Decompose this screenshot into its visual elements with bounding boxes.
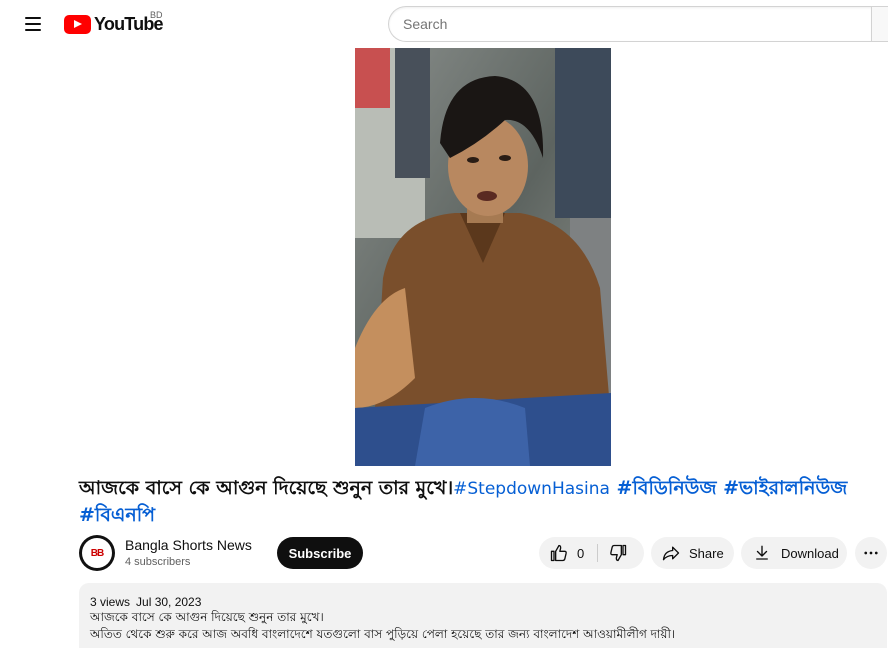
more-actions-button[interactable] [855, 537, 887, 569]
download-icon [753, 544, 771, 562]
like-button[interactable]: 0 [539, 537, 598, 569]
subscriber-count: 4 subscribers [125, 556, 191, 568]
youtube-logo-icon [64, 14, 91, 34]
share-button[interactable]: Share [651, 537, 734, 569]
description-line: আজকে বাসে কে আগুন দিয়েছে শুনুন তার মুখে… [90, 610, 324, 624]
more-icon [862, 544, 880, 562]
video-frame [355, 48, 611, 466]
avatar-text: BB [90, 547, 104, 559]
search-button[interactable] [871, 6, 888, 42]
country-code: BD [150, 10, 163, 20]
share-icon [661, 543, 681, 563]
description-line: অতিত থেকে শুরু করে আজ অবধি বাংলাদেশে যতগ… [90, 627, 676, 641]
hashtag-link[interactable]: #বিডিনিউজ [617, 477, 717, 499]
masthead: YouTube BD [0, 0, 888, 48]
video-meta: 3 views Jul 30, 2023 [90, 595, 876, 609]
video-title: আজকে বাসে কে আগুন দিয়েছে শুনুন তার মুখে… [79, 475, 879, 528]
download-button[interactable]: Download [741, 537, 847, 569]
like-count: 0 [577, 545, 585, 561]
view-count: 3 views [90, 595, 131, 609]
search-box [388, 6, 888, 42]
video-player[interactable] [355, 48, 611, 466]
search-input[interactable] [388, 6, 872, 42]
dislike-icon [608, 543, 628, 563]
subscribe-button[interactable]: Subscribe [277, 537, 363, 569]
dislike-button[interactable] [598, 537, 644, 569]
hashtag-link[interactable]: #StepdownHasina [453, 479, 610, 499]
channel-avatar[interactable]: BB [79, 535, 115, 571]
avatar-ring: BB [82, 538, 112, 568]
youtube-logo[interactable]: YouTube BD [64, 10, 164, 36]
download-label: Download [781, 545, 839, 561]
hashtag-link[interactable]: #ভাইরালনিউজ [723, 477, 847, 499]
menu-icon[interactable] [16, 8, 50, 40]
channel-name[interactable]: Bangla Shorts News [125, 537, 252, 553]
share-label: Share [689, 545, 724, 561]
like-icon [549, 543, 569, 563]
hashtag-link[interactable]: #বিএনপি [79, 504, 155, 526]
description-box[interactable]: 3 views Jul 30, 2023 আজকে বাসে কে আগুন দি… [79, 583, 887, 648]
video-title-text: আজকে বাসে কে আগুন দিয়েছে শুনুন তার মুখে… [79, 477, 454, 499]
upload-date: Jul 30, 2023 [136, 595, 202, 609]
